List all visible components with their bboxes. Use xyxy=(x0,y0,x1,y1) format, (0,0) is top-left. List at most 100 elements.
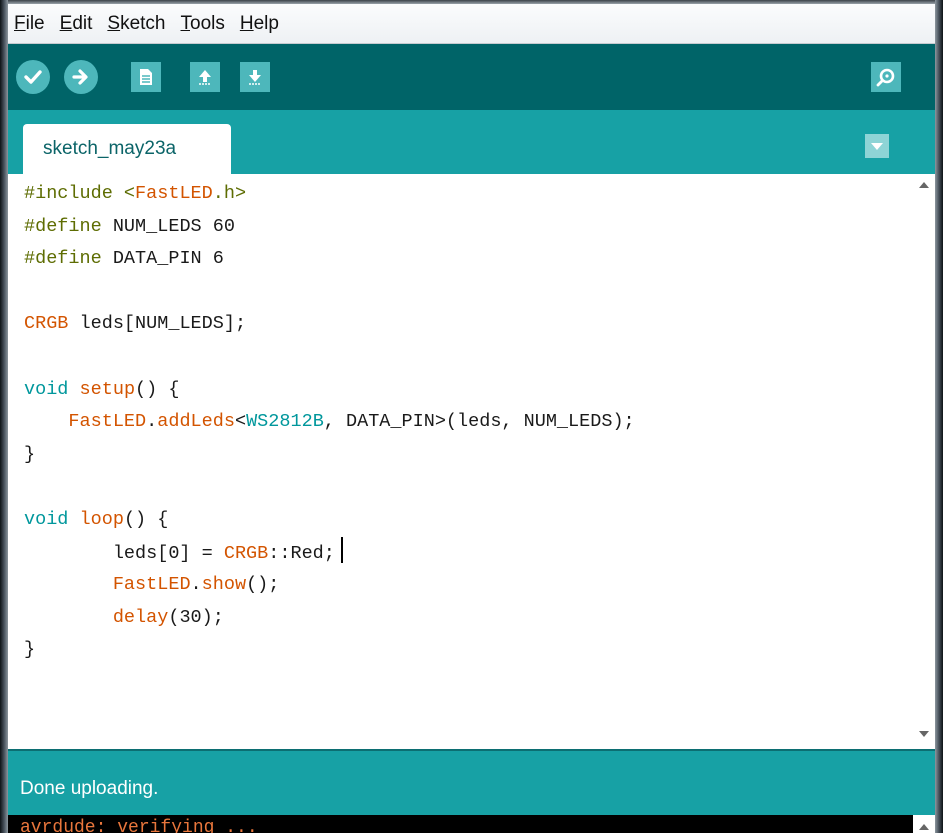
code-token: } xyxy=(24,443,36,465)
save-arrow-down-icon xyxy=(249,70,261,85)
code-token: < xyxy=(234,411,247,433)
status-message: Done uploading. xyxy=(20,778,159,799)
new-file-icon xyxy=(140,69,152,85)
arduino-ide-window: File Edit Sketch Tools Help sketch_may23… xyxy=(8,4,935,833)
menu-sketch[interactable]: Sketch xyxy=(105,11,167,37)
menu-help-label: elp xyxy=(253,12,279,34)
code-line[interactable]: #define NUM_LEDS 60 xyxy=(24,211,635,244)
code-token: () { xyxy=(135,378,180,400)
menu-file[interactable]: File xyxy=(12,11,47,37)
code-token: leds[NUM_LEDS]; xyxy=(68,313,247,335)
code-line[interactable]: CRGB leds[NUM_LEDS]; xyxy=(24,308,635,341)
text-cursor xyxy=(340,536,343,563)
window-frame-right xyxy=(935,0,943,833)
chevron-down-icon xyxy=(871,143,883,150)
code-line[interactable]: FastLED.addLeds<WS2812B, DATA_PIN>(leds,… xyxy=(24,406,635,439)
menu-help-mnemonic: H xyxy=(239,12,254,34)
menu-edit[interactable]: Edit xyxy=(58,11,95,37)
code-token: NUM_LEDS 60 xyxy=(112,215,235,237)
code-token: CRGB xyxy=(223,542,269,564)
code-token: delay xyxy=(112,606,169,628)
code-line[interactable]: void loop() { xyxy=(24,504,635,537)
code-line[interactable] xyxy=(24,341,635,374)
code-token: . xyxy=(190,574,202,596)
menu-file-label: ile xyxy=(25,12,45,34)
code-token: () { xyxy=(123,508,169,530)
code-token: } xyxy=(24,639,36,661)
window-frame-left xyxy=(0,0,8,833)
code-token: loop xyxy=(79,508,124,530)
code-line[interactable]: } xyxy=(24,634,635,667)
code-token: WS2812B xyxy=(246,411,324,433)
code-line[interactable]: #include <FastLED.h> xyxy=(24,178,635,211)
code-token: #define xyxy=(24,215,113,237)
verify-icon xyxy=(24,70,42,84)
code-token: , DATA_PIN>(leds, NUM_LEDS); xyxy=(323,411,635,433)
menu-file-mnemonic: F xyxy=(14,12,26,34)
console-text: avrdude: verifying ... xyxy=(20,818,258,833)
scroll-up-icon[interactable] xyxy=(919,182,929,188)
tab-bar: sketch_may23a xyxy=(8,110,935,174)
code-line[interactable]: FastLED.show(); xyxy=(24,569,635,602)
new-sketch-button[interactable] xyxy=(131,62,161,92)
tab-sketch[interactable]: sketch_may23a xyxy=(23,124,231,174)
code-line[interactable]: #define DATA_PIN 6 xyxy=(24,243,635,276)
code-token: show xyxy=(201,574,247,596)
code-token: FastLED xyxy=(135,183,213,204)
console-output: avrdude: verifying ... xyxy=(8,815,935,833)
code-editor[interactable]: #include <FastLED.h> #define NUM_LEDS 60 #… xyxy=(8,174,935,749)
code-line[interactable]: leds[0] = CRGB::Red; xyxy=(24,536,635,570)
status-bar: Done uploading. xyxy=(8,751,935,815)
code-token: addLeds xyxy=(157,411,235,433)
code-token: void xyxy=(24,508,69,530)
menu-help[interactable]: Help xyxy=(238,11,281,37)
menu-tools[interactable]: Tools xyxy=(179,11,227,37)
menu-tools-label: ools xyxy=(190,12,225,34)
menubar: File Edit Sketch Tools Help xyxy=(8,4,935,44)
code-token: #include < xyxy=(24,183,136,204)
tab-sketch-label: sketch_may23a xyxy=(43,138,177,159)
code-line[interactable] xyxy=(24,276,635,309)
code-token: . xyxy=(146,411,158,433)
code-token: (30); xyxy=(168,606,224,628)
upload-icon xyxy=(72,69,88,85)
open-arrow-up-icon xyxy=(199,70,211,85)
upload-button[interactable] xyxy=(64,60,98,94)
serial-monitor-icon xyxy=(876,68,895,87)
code-line[interactable]: void setup() { xyxy=(24,374,635,407)
console-scroll-up-icon[interactable] xyxy=(919,824,929,830)
code-token: leds[0] = xyxy=(24,542,224,564)
menu-sketch-mnemonic: S xyxy=(107,12,121,34)
code-token: (); xyxy=(246,574,280,596)
tab-menu-button[interactable] xyxy=(865,134,889,158)
toolbar xyxy=(8,44,935,110)
open-sketch-button[interactable] xyxy=(190,62,220,92)
editor-scrollbar[interactable] xyxy=(913,174,935,749)
code-line[interactable]: } xyxy=(24,439,635,472)
code-token: void xyxy=(24,378,69,400)
console-scrollbar[interactable] xyxy=(913,815,935,833)
code-token: ::Red; xyxy=(268,542,335,564)
code-token: CRGB xyxy=(24,313,69,335)
save-sketch-button[interactable] xyxy=(240,62,270,92)
menu-tools-mnemonic: T xyxy=(180,12,191,34)
scroll-down-icon[interactable] xyxy=(919,731,929,737)
code-line[interactable] xyxy=(24,471,635,504)
code-token: FastLED xyxy=(112,574,191,596)
code-token: FastLED xyxy=(68,411,147,433)
menu-edit-mnemonic: E xyxy=(59,12,73,34)
code-text[interactable]: #include <FastLED.h> #define NUM_LEDS 60 #… xyxy=(24,178,635,667)
code-token: DATA_PIN 6 xyxy=(112,248,224,270)
code-token: .h> xyxy=(212,183,247,204)
code-token: #define xyxy=(24,248,113,270)
menu-sketch-label: ketch xyxy=(120,12,166,34)
serial-monitor-button[interactable] xyxy=(871,62,901,92)
code-line[interactable]: delay(30); xyxy=(24,602,635,635)
code-token: setup xyxy=(79,378,136,400)
verify-button[interactable] xyxy=(16,60,50,94)
